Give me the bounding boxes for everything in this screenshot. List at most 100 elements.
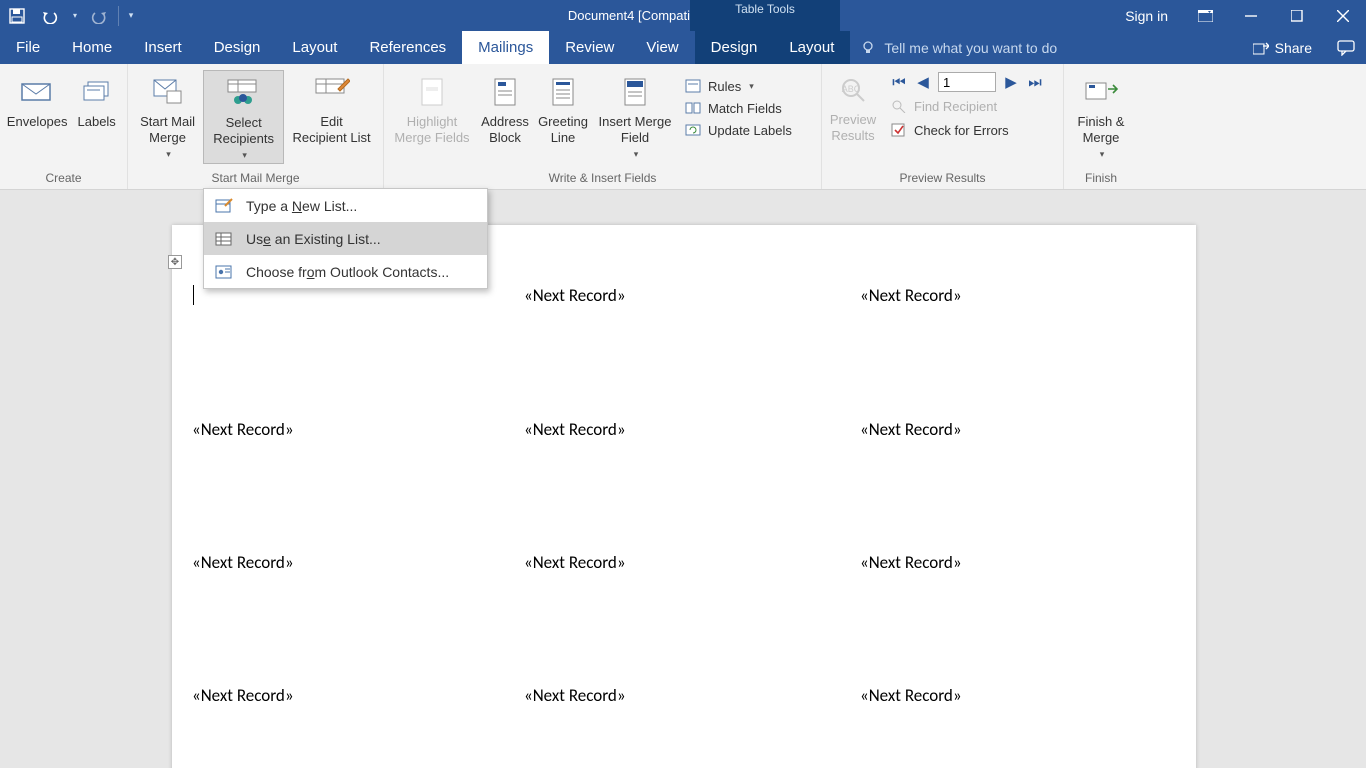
minimize-button[interactable] — [1228, 0, 1274, 31]
start-mail-merge-button[interactable]: Start Mail Merge▾ — [132, 70, 203, 162]
group-finish-label: Finish — [1064, 169, 1138, 187]
check-errors-label: Check for Errors — [914, 123, 1009, 138]
outlook-contacts-label: Choose from Outlook Contacts... — [246, 264, 449, 280]
find-recipient-button[interactable]: Find Recipient — [890, 98, 1057, 114]
undo-button[interactable] — [34, 0, 68, 31]
ribbon-display-options[interactable] — [1182, 0, 1228, 31]
tab-tt-layout[interactable]: Layout — [773, 31, 850, 64]
group-start-mail-merge: Start Mail Merge▾ Select Recipients▾ Edi… — [128, 64, 384, 189]
insert-merge-field-button[interactable]: Insert Merge Field▾ — [592, 70, 678, 162]
tell-me-placeholder: Tell me what you want to do — [884, 40, 1057, 56]
select-recipients-button[interactable]: Select Recipients▾ — [203, 70, 284, 164]
group-write-label: Write & Insert Fields — [384, 169, 821, 187]
tell-me-box[interactable]: Tell me what you want to do — [850, 31, 1238, 64]
merge-field: «Next Record» — [860, 552, 962, 573]
sign-in-button[interactable]: Sign in — [1111, 8, 1182, 24]
comment-icon — [1337, 40, 1355, 56]
undo-dropdown[interactable]: ▾ — [68, 0, 82, 31]
address-block-label: Address Block — [481, 114, 529, 146]
merge-field: «Next Record» — [524, 685, 626, 706]
mail-merge-icon — [151, 77, 185, 107]
envelopes-label: Envelopes — [7, 114, 68, 130]
labels-button[interactable]: Labels — [70, 70, 123, 130]
save-icon — [9, 8, 25, 24]
next-record-button[interactable]: ▶ — [1002, 73, 1020, 91]
tab-home[interactable]: Home — [56, 31, 128, 64]
envelopes-button[interactable]: Envelopes — [4, 70, 70, 130]
finish-merge-button[interactable]: Finish & Merge▾ — [1068, 70, 1134, 162]
update-labels-label: Update Labels — [708, 123, 792, 138]
find-icon — [890, 98, 908, 114]
edit-recipient-list-label: Edit Recipient List — [293, 114, 371, 146]
table-move-handle[interactable]: ✥ — [168, 255, 182, 269]
match-fields-icon — [684, 100, 702, 116]
labels-icon — [82, 80, 112, 104]
use-existing-list-item[interactable]: Use an Existing List... — [204, 222, 487, 255]
tab-view[interactable]: View — [630, 31, 694, 64]
check-errors-icon — [890, 122, 908, 138]
outlook-contacts-item[interactable]: Choose from Outlook Contacts... — [204, 255, 487, 288]
rules-button[interactable]: Rules▾ — [684, 78, 792, 94]
address-block-icon — [491, 77, 519, 107]
group-finish: Finish & Merge▾ Finish — [1064, 64, 1138, 189]
preview-results-button[interactable]: ABC Preview Results — [822, 68, 884, 144]
select-recipients-label: Select Recipients — [213, 115, 274, 147]
first-record-button[interactable]: ⏮ — [890, 73, 908, 91]
tab-mailings[interactable]: Mailings — [462, 31, 549, 64]
chevron-down-icon: ▾ — [166, 146, 171, 162]
finish-icon — [1084, 79, 1118, 105]
recipients-icon — [226, 78, 262, 108]
group-start-label: Start Mail Merge — [128, 169, 383, 187]
tab-insert[interactable]: Insert — [128, 31, 198, 64]
last-record-button[interactable]: ⏭ — [1026, 73, 1044, 91]
type-new-list-item[interactable]: Type a New List... — [204, 189, 487, 222]
preview-results-label: Preview Results — [830, 112, 876, 144]
update-labels-button[interactable]: Update Labels — [684, 122, 792, 138]
tab-file[interactable]: File — [0, 31, 56, 64]
close-button[interactable] — [1320, 0, 1366, 31]
tab-tt-design[interactable]: Design — [695, 31, 774, 64]
start-mail-merge-label: Start Mail Merge — [140, 114, 195, 146]
greeting-line-button[interactable]: Greeting Line — [534, 70, 592, 146]
address-block-button[interactable]: Address Block — [476, 70, 534, 146]
find-recipient-label: Find Recipient — [914, 99, 997, 114]
lightbulb-icon — [860, 40, 876, 56]
chevron-down-icon: ▾ — [749, 81, 754, 92]
group-preview-results: ABC Preview Results ⏮ ◀ ▶ ⏭ Find Rec — [822, 64, 1064, 189]
document-page[interactable] — [172, 225, 1196, 768]
merge-field-icon — [621, 77, 649, 107]
prev-record-button[interactable]: ◀ — [914, 73, 932, 91]
comments-button[interactable] — [1326, 31, 1366, 64]
record-navigation: ⏮ ◀ ▶ ⏭ — [884, 68, 1063, 96]
type-new-list-label: Type a New List... — [246, 198, 357, 214]
check-errors-button[interactable]: Check for Errors — [890, 122, 1057, 138]
edit-list-icon — [314, 77, 350, 107]
tab-layout[interactable]: Layout — [276, 31, 353, 64]
select-recipients-dropdown: Type a New List... Use an Existing List.… — [203, 188, 488, 289]
maximize-button[interactable] — [1274, 0, 1320, 31]
use-existing-list-label: Use an Existing List... — [246, 231, 381, 247]
match-fields-button[interactable]: Match Fields — [684, 100, 792, 116]
redo-button[interactable] — [82, 0, 116, 31]
highlight-icon — [418, 77, 446, 107]
ribbon: Envelopes Labels Create Start Mail Merge… — [0, 64, 1366, 190]
share-button[interactable]: Share — [1239, 31, 1326, 64]
ribbon-options-icon — [1198, 10, 1213, 22]
quick-access-toolbar: ▾ ▾ — [0, 0, 141, 31]
envelope-icon — [20, 80, 54, 104]
tab-references[interactable]: References — [353, 31, 462, 64]
qat-separator — [118, 6, 119, 26]
tab-review[interactable]: Review — [549, 31, 630, 64]
merge-field: «Next Record» — [860, 685, 962, 706]
update-labels-icon — [684, 122, 702, 138]
save-button[interactable] — [0, 0, 34, 31]
finish-merge-label: Finish & Merge — [1078, 114, 1125, 146]
tab-design[interactable]: Design — [198, 31, 277, 64]
merge-field: «Next Record» — [524, 419, 626, 440]
chevron-down-icon: ▾ — [1100, 146, 1105, 162]
highlight-merge-fields-button[interactable]: Highlight Merge Fields — [388, 70, 476, 146]
qat-customize[interactable]: ▾ — [121, 0, 141, 31]
edit-recipient-list-button[interactable]: Edit Recipient List — [284, 70, 379, 146]
share-label: Share — [1275, 40, 1312, 56]
record-number-input[interactable] — [938, 72, 996, 92]
